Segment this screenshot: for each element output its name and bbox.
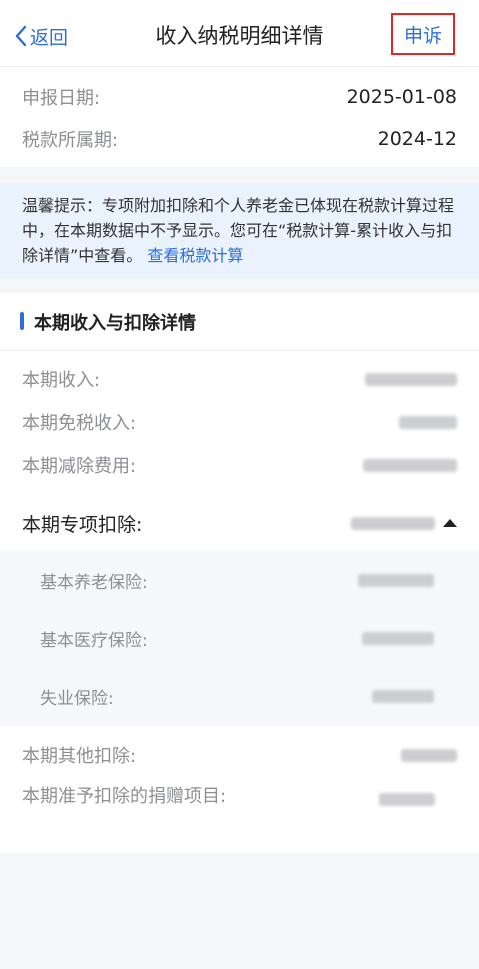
declare-date-label: 申报日期: <box>22 88 101 109</box>
tax-period-row: 税款所属期: 2024-12 <box>22 119 457 159</box>
donation-label: 本期准予扣除的捐赠项目: <box>22 786 227 807</box>
other-deduction-label: 本期其他扣除: <box>22 746 137 767</box>
tax-period-label: 税款所属期: <box>22 130 119 151</box>
tax-free-income-label: 本期免税收入: <box>22 413 137 434</box>
unemployment-insurance-label: 失业保险: <box>40 688 114 709</box>
section-title: 本期收入与扣除详情 <box>34 313 196 334</box>
caret-up-icon <box>443 519 457 527</box>
special-deduction-label: 本期专项扣除: <box>22 513 143 536</box>
appeal-button[interactable]: 申诉 <box>391 13 455 55</box>
deduction-fee-value-blurred <box>363 458 457 472</box>
section-accent-bar <box>20 312 24 330</box>
unemployment-insurance-value-blurred <box>372 689 434 703</box>
pension-insurance-row: 基本养老保险: <box>40 562 434 598</box>
donation-value-blurred <box>379 793 435 806</box>
view-tax-calc-link[interactable]: 查看税款计算 <box>147 246 243 265</box>
income-value-blurred <box>365 372 457 386</box>
tax-period-value: 2024-12 <box>377 128 457 150</box>
back-button[interactable]: 返回 <box>14 22 68 50</box>
income-deduction-detail: 本期收入与扣除详情 本期收入: 本期免税收入: 本期减除费用: 本期专项扣除: … <box>0 293 479 853</box>
deduction-fee-label: 本期减除费用: <box>22 456 137 477</box>
pension-insurance-label: 基本养老保险: <box>40 572 148 593</box>
medical-insurance-value-blurred <box>362 631 434 645</box>
special-deduction-toggle[interactable]: 本期专项扣除: <box>22 505 457 541</box>
unemployment-insurance-row: 失业保险: <box>40 678 434 714</box>
tax-free-income-row: 本期免税收入: <box>22 404 457 440</box>
tax-free-income-value-blurred <box>399 415 457 429</box>
section-header: 本期收入与扣除详情 <box>0 293 479 351</box>
special-deduction-items: 基本养老保险: 基本医疗保险: 失业保险: <box>0 550 479 726</box>
nav-bar: 返回 收入纳税明细详情 申诉 <box>0 0 479 67</box>
declare-info: 申报日期: 2025-01-08 税款所属期: 2024-12 <box>0 67 479 167</box>
other-deduction-value-blurred <box>401 748 457 762</box>
income-label: 本期收入: <box>22 370 101 391</box>
pension-insurance-value-blurred <box>358 573 434 587</box>
declare-date-value: 2025-01-08 <box>346 86 457 108</box>
deduction-fee-row: 本期减除费用: <box>22 447 457 483</box>
tip-notice: 温馨提示：专项附加扣除和个人养老金已体现在税款计算过程中，在本期数据中不予显示。… <box>0 183 479 278</box>
chevron-left-icon <box>15 25 27 47</box>
back-label: 返回 <box>30 26 69 49</box>
other-deduction-row: 本期其他扣除: <box>22 737 457 773</box>
medical-insurance-row: 基本医疗保险: <box>40 620 434 656</box>
medical-insurance-label: 基本医疗保险: <box>40 630 148 651</box>
declare-date-row: 申报日期: 2025-01-08 <box>22 77 457 117</box>
income-row: 本期收入: <box>22 361 457 397</box>
special-deduction-value-blurred <box>351 516 435 530</box>
